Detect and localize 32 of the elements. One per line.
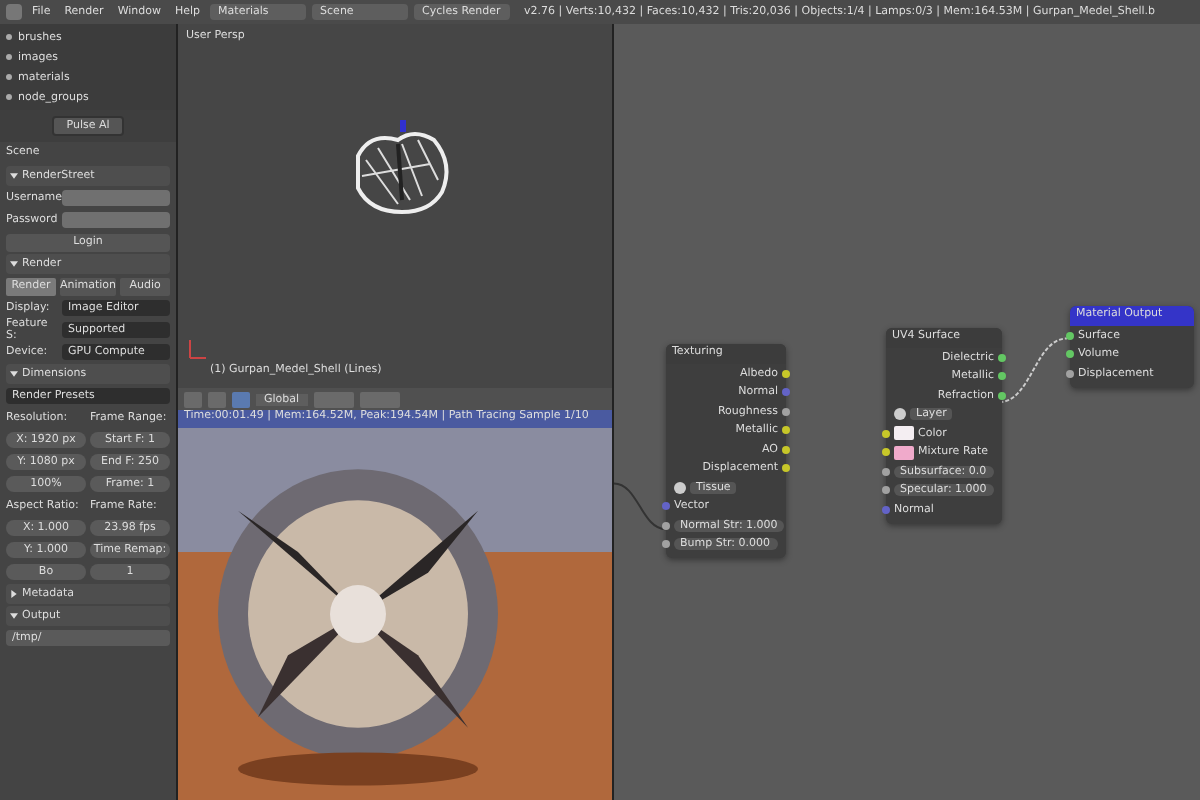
socket[interactable] — [882, 467, 890, 476]
socket[interactable] — [998, 372, 1006, 381]
socket[interactable] — [782, 426, 790, 435]
disclosure-triangle-icon — [10, 612, 18, 620]
socket[interactable] — [882, 429, 890, 438]
socket[interactable] — [1066, 331, 1074, 340]
disclosure-triangle-icon — [10, 370, 18, 378]
node-editor[interactable] — [614, 24, 1200, 800]
socket[interactable] — [882, 486, 890, 495]
sphere-icon — [894, 408, 906, 421]
disclosure-triangle-icon — [10, 172, 18, 180]
socket[interactable] — [1066, 350, 1074, 359]
sphere-icon — [674, 481, 686, 494]
socket[interactable] — [782, 464, 790, 473]
axis-icon — [186, 336, 210, 360]
socket[interactable] — [998, 391, 1006, 400]
socket[interactable] — [1066, 369, 1074, 378]
node-link — [614, 482, 667, 531]
socket[interactable] — [662, 521, 670, 530]
disclosure-triangle-icon — [10, 590, 18, 598]
color-swatch[interactable] — [894, 426, 914, 441]
color-swatch[interactable] — [894, 445, 914, 460]
text-field[interactable] — [62, 212, 170, 228]
socket[interactable] — [782, 369, 790, 378]
socket[interactable] — [882, 448, 890, 457]
socket[interactable] — [998, 353, 1006, 362]
node-link — [998, 337, 1068, 404]
text-field[interactable] — [62, 190, 170, 206]
socket[interactable] — [782, 407, 790, 416]
socket[interactable] — [782, 445, 790, 454]
socket[interactable] — [662, 540, 670, 549]
disclosure-triangle-icon — [10, 260, 18, 268]
